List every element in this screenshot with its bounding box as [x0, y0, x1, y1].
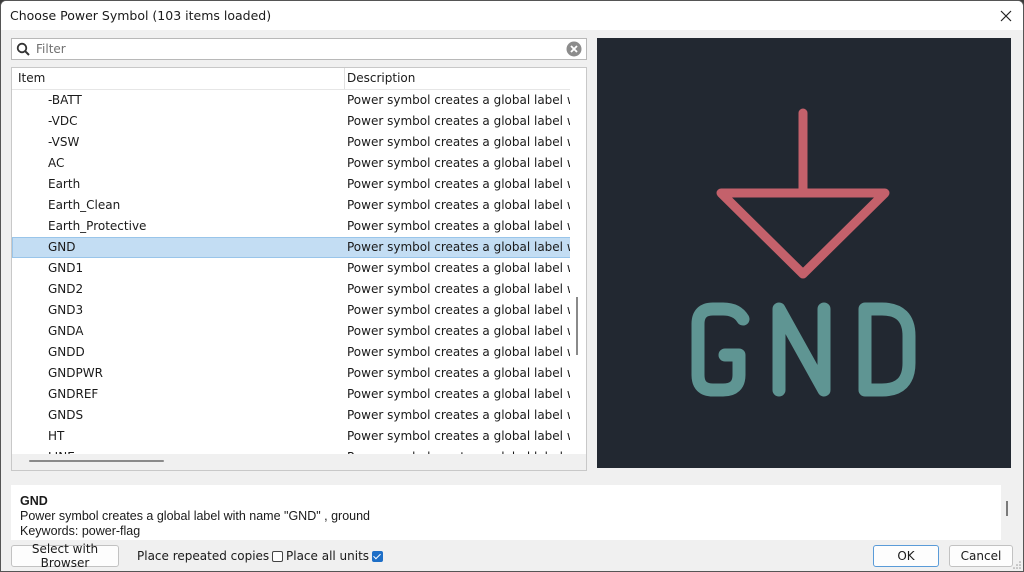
label-letter-n — [772, 302, 831, 397]
row-description: Power symbol creates a global label with… — [347, 114, 571, 128]
symbol-list[interactable]: Item Description -BATT Power symbol creat… — [11, 67, 587, 471]
list-row[interactable]: GND2 Power symbol creates a global label … — [12, 279, 572, 300]
title-bar: Choose Power Symbol (103 items loaded) — [1, 1, 1023, 30]
details-keywords: Keywords: power-flag — [20, 524, 141, 538]
place-repeated-copies-option[interactable]: Place repeated copies — [137, 549, 284, 563]
place-repeated-copies-checkbox[interactable] — [272, 550, 284, 562]
gnd-symbol-drawing — [691, 108, 916, 397]
list-row[interactable]: Earth Power symbol creates a global label… — [12, 174, 572, 195]
row-item-name: GNDREF — [48, 387, 99, 401]
list-row[interactable]: Earth_Protective Power symbol creates a g… — [12, 216, 572, 237]
row-item-name: GND3 — [48, 303, 84, 317]
row-item-name: AC — [48, 156, 65, 170]
clear-filter-icon[interactable] — [566, 41, 582, 57]
row-description: Power symbol creates a global label with… — [347, 261, 571, 275]
column-header-description[interactable]: Description — [347, 71, 415, 85]
list-row[interactable]: GNDA Power symbol creates a global label … — [12, 321, 572, 342]
label-letter-g — [691, 302, 750, 397]
choose-power-symbol-dialog: Choose Power Symbol (103 items loaded) I… — [0, 0, 1024, 572]
row-item-name: GND1 — [48, 261, 84, 275]
vertical-scrollbar[interactable] — [570, 68, 586, 454]
vertical-scroll-thumb[interactable] — [576, 297, 578, 355]
row-item-name: -BATT — [48, 93, 82, 107]
row-description: Power symbol creates a global label with… — [347, 303, 571, 317]
list-row[interactable]: GNDD Power symbol creates a global label … — [12, 342, 572, 363]
list-row[interactable]: AC Power symbol creates a global label wi… — [12, 153, 572, 174]
place-all-units-label: Place all units — [286, 549, 370, 563]
list-row[interactable]: GND1 Power symbol creates a global label … — [12, 258, 572, 279]
search-icon — [16, 42, 30, 56]
list-row[interactable]: Earth_Clean Power symbol creates a global… — [12, 195, 572, 216]
row-item-name: GNDPWR — [48, 366, 103, 380]
row-description: Power symbol creates a global label with… — [347, 93, 571, 107]
row-item-name: GND2 — [48, 282, 84, 296]
row-description: Power symbol creates a global label with… — [347, 429, 571, 443]
row-description: Power symbol creates a global label with… — [347, 408, 571, 422]
row-item-name: GNDD — [48, 345, 85, 359]
row-item-name: GND — [48, 240, 76, 254]
row-description: Power symbol creates a global label with… — [347, 240, 571, 254]
place-all-units-checkbox[interactable] — [372, 550, 384, 562]
column-header-item[interactable]: Item — [18, 71, 45, 85]
cancel-button[interactable]: Cancel — [949, 545, 1013, 567]
details-symbol-name: GND — [20, 494, 48, 508]
select-with-browser-button[interactable]: Select with Browser — [11, 542, 119, 570]
row-description: Power symbol creates a global label with… — [347, 177, 571, 191]
row-item-name: HT — [48, 429, 65, 443]
row-item-name: -VDC — [48, 114, 78, 128]
list-header: Item Description — [12, 68, 570, 90]
horizontal-scrollbar[interactable] — [12, 454, 570, 470]
list-row[interactable]: GND3 Power symbol creates a global label … — [12, 300, 572, 321]
place-all-units-option[interactable]: Place all units — [286, 549, 384, 563]
row-description: Power symbol creates a global label with… — [347, 324, 571, 338]
row-item-name: Earth_Clean — [48, 198, 121, 212]
horizontal-scroll-thumb[interactable] — [29, 460, 164, 462]
filter-field[interactable] — [11, 38, 587, 60]
symbol-preview — [597, 38, 1011, 468]
row-description: Power symbol creates a global label with… — [347, 366, 571, 380]
row-item-name: Earth_Protective — [48, 219, 147, 233]
list-row[interactable]: -VDC Power symbol creates a global label … — [12, 111, 572, 132]
list-row[interactable]: -VSW Power symbol creates a global label … — [12, 132, 572, 153]
row-description: Power symbol creates a global label with… — [347, 282, 571, 296]
details-description: Power symbol creates a global label with… — [20, 509, 371, 523]
list-row[interactable]: GNDS Power symbol creates a global label … — [12, 405, 572, 426]
label-letter-d — [858, 302, 916, 397]
close-button[interactable] — [995, 5, 1017, 27]
place-repeated-copies-label: Place repeated copies — [137, 549, 270, 563]
scrollbar-corner — [570, 454, 586, 470]
details-scroll-thumb[interactable] — [1006, 501, 1008, 516]
list-row[interactable]: GND Power symbol creates a global label w… — [12, 237, 572, 258]
ok-button[interactable]: OK — [873, 545, 939, 567]
row-description: Power symbol creates a global label with… — [347, 387, 571, 401]
row-item-name: GNDA — [48, 324, 84, 338]
row-item-name: -VSW — [48, 135, 80, 149]
ground-triangle — [716, 188, 890, 279]
list-row[interactable]: GNDREF Power symbol creates a global labe… — [12, 384, 572, 405]
row-description: Power symbol creates a global label with… — [347, 345, 571, 359]
list-row[interactable]: -BATT Power symbol creates a global label… — [12, 90, 572, 111]
row-description: Power symbol creates a global label with… — [347, 135, 571, 149]
column-divider[interactable] — [344, 68, 345, 89]
list-row[interactable]: HT Power symbol creates a global label wi… — [12, 426, 572, 447]
close-icon — [1000, 10, 1012, 22]
row-description: Power symbol creates a global label with… — [347, 156, 571, 170]
list-row[interactable]: GNDPWR Power symbol creates a global labe… — [12, 363, 572, 384]
filter-input[interactable] — [36, 40, 556, 58]
row-description: Power symbol creates a global label with… — [347, 219, 571, 233]
row-description: Power symbol creates a global label with… — [347, 198, 571, 212]
details-panel: GND Power symbol creates a global label … — [11, 485, 1001, 540]
window-title: Choose Power Symbol (103 items loaded) — [10, 8, 272, 23]
resize-grip-icon[interactable] — [1013, 561, 1021, 569]
row-item-name: Earth — [48, 177, 81, 191]
row-item-name: GNDS — [48, 408, 84, 422]
